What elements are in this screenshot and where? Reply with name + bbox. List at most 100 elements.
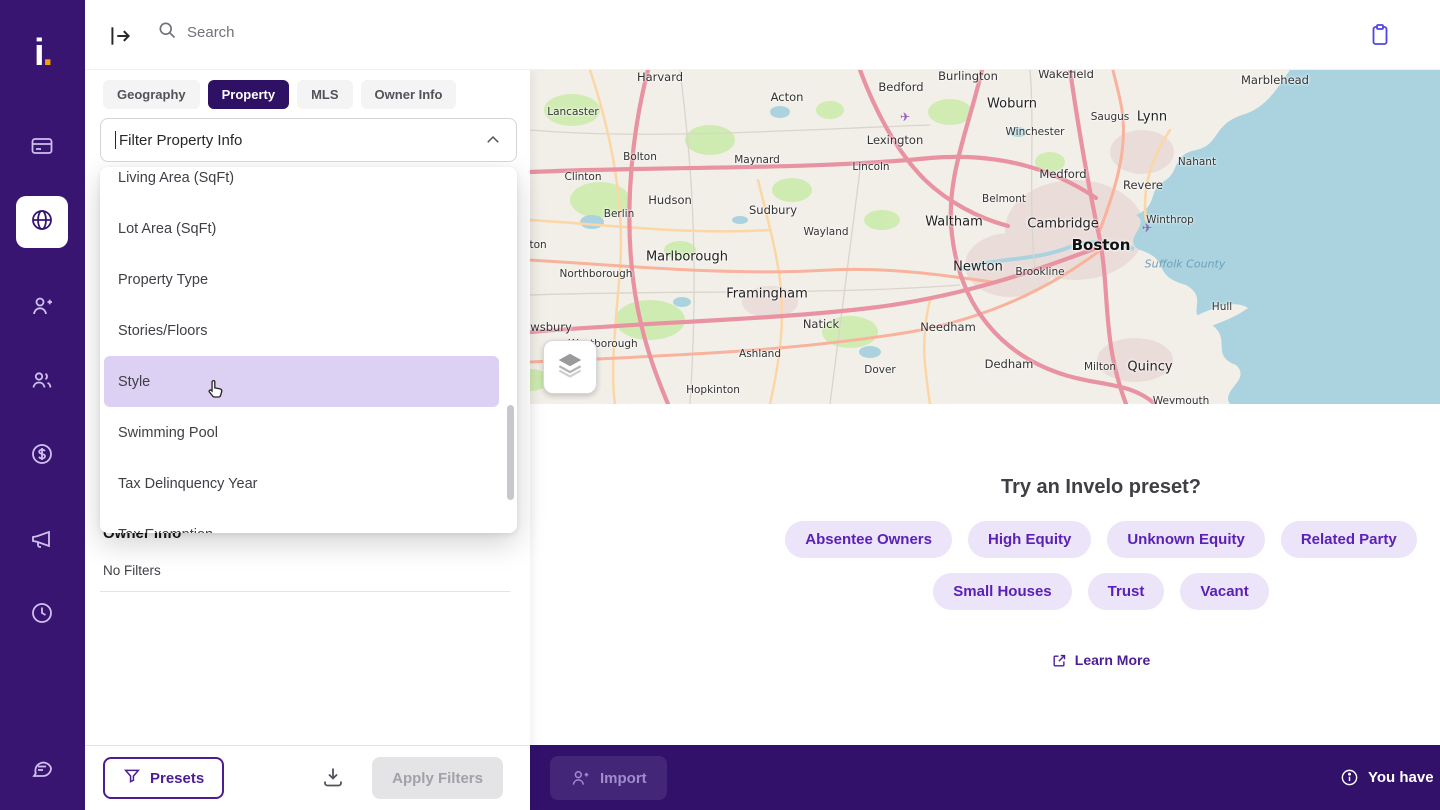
- map-label-cambridge: Cambridge: [1027, 216, 1099, 232]
- map-label-winchester: Winchester: [1005, 126, 1065, 138]
- map-label-hopkinton: Hopkinton: [686, 384, 740, 396]
- import-person-icon: [572, 771, 589, 785]
- filter-property-info-field[interactable]: Filter Property Info: [100, 118, 517, 162]
- tab-geography[interactable]: Geography: [103, 80, 200, 109]
- map-label-wayland: Wayland: [803, 226, 849, 238]
- filter-option-tax-delinquency-year[interactable]: Tax Delinquency Year: [104, 458, 499, 509]
- sidebar-item-history[interactable]: [16, 589, 68, 641]
- map-label-framingham: Framingham: [726, 286, 808, 302]
- map-label-northborough: Northborough: [559, 268, 633, 280]
- map-label-wakefield: Wakefield: [1038, 70, 1094, 81]
- megaphone-icon: [30, 527, 54, 556]
- bottom-action-bar: Import You have: [530, 745, 1440, 810]
- map-label-lincoln: Lincoln: [852, 161, 890, 173]
- tab-owner-info[interactable]: Owner Info: [360, 80, 457, 109]
- divider: [100, 591, 510, 592]
- filter-field-label: Filter Property Info: [119, 131, 243, 149]
- map-label-clinton: Clinton: [564, 171, 602, 183]
- filter-option-style[interactable]: Style: [104, 356, 499, 407]
- map-label-lynn: Lynn: [1136, 109, 1168, 125]
- invelo-logo[interactable]: i.: [0, 32, 85, 75]
- map-label-suffolk-county: Suffolk County: [1144, 257, 1226, 271]
- preset-pill-absentee-owners[interactable]: Absentee Owners: [785, 521, 952, 558]
- map-label-sudbury: Sudbury: [748, 203, 798, 217]
- map-label-boylston: Boylston: [530, 239, 547, 251]
- filter-options-dropdown: Living Area (SqFt) Lot Area (SqFt) Propert…: [100, 167, 517, 533]
- preset-pill-unknown-equity[interactable]: Unknown Equity: [1107, 521, 1265, 558]
- clipboard-icon[interactable]: [1368, 22, 1392, 48]
- sidebar-item-support[interactable]: [16, 744, 68, 796]
- filter-panel-footer: Presets Apply Filters: [85, 745, 530, 810]
- sidebar-item-contacts[interactable]: [16, 356, 68, 408]
- sidebar-item-marketing[interactable]: [16, 515, 68, 567]
- map-label-maynard: Maynard: [734, 154, 780, 166]
- preset-row-1: Absentee Owners High Equity Unknown Equity…: [771, 521, 1431, 558]
- sidebar-item-add-contact[interactable]: [16, 282, 68, 334]
- map-canvas[interactable]: Harvard Lancaster Acton Bedford Burlington Wa…: [530, 70, 1440, 404]
- topbar: [85, 0, 1440, 70]
- filter-option-property-type[interactable]: Property Type: [104, 254, 499, 305]
- collapse-panel-icon[interactable]: [107, 23, 133, 49]
- no-filters-text: No Filters: [103, 563, 161, 578]
- preset-pill-related-party[interactable]: Related Party: [1280, 521, 1417, 558]
- layers-icon: [555, 350, 585, 385]
- map-label-bedford: Bedford: [878, 80, 924, 94]
- download-icon[interactable]: [318, 763, 348, 793]
- map-label-dover: Dover: [864, 364, 896, 376]
- external-link-icon: [1053, 654, 1065, 666]
- map-label-saugus: Saugus: [1090, 111, 1130, 123]
- map-label-acton: Acton: [770, 90, 804, 104]
- people-icon: [30, 368, 54, 397]
- map-label-nahant: Nahant: [1177, 156, 1217, 168]
- credits-notice: You have: [1340, 745, 1434, 810]
- map-label-newton: Newton: [953, 259, 1003, 275]
- map-label-revere: Revere: [1123, 178, 1163, 192]
- tab-mls[interactable]: MLS: [297, 80, 353, 109]
- apply-filters-button[interactable]: Apply Filters: [372, 757, 503, 799]
- map-label-boston: Boston: [1071, 236, 1131, 254]
- dropdown-scrollbar[interactable]: [507, 405, 514, 500]
- filter-options-list: Living Area (SqFt) Lot Area (SqFt) Propert…: [100, 167, 517, 533]
- preset-pill-trust[interactable]: Trust: [1087, 573, 1165, 610]
- dollar-circle-icon: [30, 442, 54, 471]
- map-label-bolton: Bolton: [623, 151, 657, 163]
- map-label-harvard: Harvard: [636, 70, 684, 84]
- search-input[interactable]: [187, 24, 487, 41]
- filter-option-stories-floors[interactable]: Stories/Floors: [104, 305, 499, 356]
- map-label-hudson: Hudson: [648, 193, 692, 207]
- preset-pill-high-equity[interactable]: High Equity: [968, 521, 1092, 558]
- map-label-ashland: Ashland: [739, 348, 781, 360]
- map-label-hull: Hull: [1211, 301, 1233, 313]
- filter-tabs: Geography Property MLS Owner Info: [103, 80, 457, 109]
- preset-pill-small-houses[interactable]: Small Houses: [933, 573, 1072, 610]
- tab-property[interactable]: Property: [207, 80, 290, 109]
- filter-option-living-area-sqft-[interactable]: Living Area (SqFt): [104, 167, 499, 203]
- import-button[interactable]: Import: [550, 756, 667, 800]
- content-area: Try an Invelo preset? Absentee Owners Hig…: [530, 404, 1440, 745]
- presets-button[interactable]: Presets: [103, 757, 225, 799]
- clock-icon: [30, 601, 54, 630]
- filter-option-swimming-pool[interactable]: Swimming Pool: [104, 407, 499, 458]
- map-label-waltham: Waltham: [925, 214, 983, 230]
- map-label-berlin: Berlin: [603, 208, 635, 220]
- map-label-needham: Needham: [920, 320, 976, 334]
- map-label-lancaster: Lancaster: [547, 106, 599, 118]
- sidebar-item-finance[interactable]: [16, 430, 68, 482]
- filter-option-tax-exemption[interactable]: Tax Exemption: [104, 509, 499, 534]
- sidebar-item-billing[interactable]: [16, 122, 68, 174]
- sidebar: i.: [0, 0, 85, 810]
- globe-icon: [30, 208, 54, 237]
- sidebar-item-audience[interactable]: [16, 196, 68, 248]
- text-caret: [115, 131, 116, 149]
- preset-row-2: Small Houses Trust Vacant: [771, 573, 1431, 610]
- filter-panel: Geography Property MLS Owner Info Filter Pr…: [85, 70, 530, 810]
- map-label-natick: Natick: [802, 317, 840, 331]
- filter-option-lot-area-sqft-[interactable]: Lot Area (SqFt): [104, 203, 499, 254]
- funnel-icon: [123, 767, 141, 789]
- map-label-marblehead: Marblehead: [1241, 73, 1309, 87]
- learn-more-link[interactable]: Learn More: [1052, 652, 1150, 668]
- preset-pill-vacant[interactable]: Vacant: [1180, 573, 1269, 610]
- map-label-quincy: Quincy: [1127, 359, 1173, 375]
- map-layers-control[interactable]: [543, 340, 597, 394]
- chevron-up-icon[interactable]: [484, 131, 502, 149]
